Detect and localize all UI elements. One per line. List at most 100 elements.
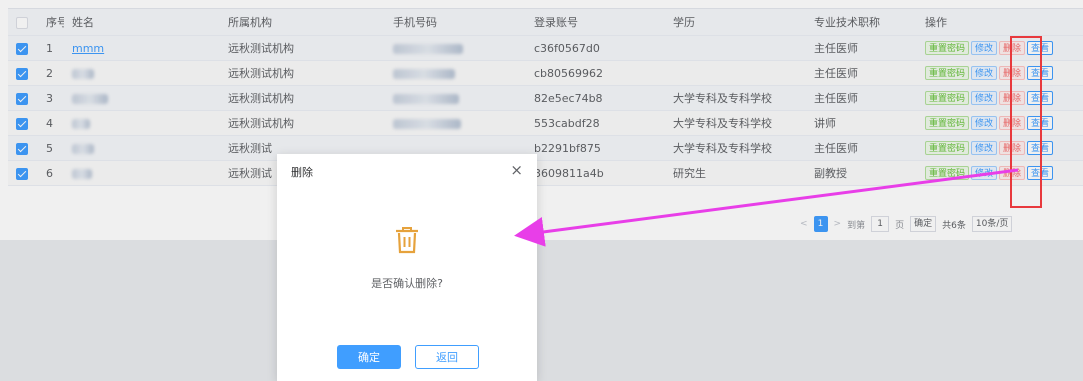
- row-title: 讲师: [806, 110, 917, 136]
- row-org: 远秋测试机构: [220, 35, 385, 61]
- row-login: 3609811a4b: [526, 160, 665, 186]
- delete-button[interactable]: 删除: [999, 41, 1026, 55]
- row-education: [665, 60, 806, 86]
- next-page-button[interactable]: >: [834, 219, 842, 229]
- row-phone: [385, 35, 526, 61]
- header-name: 姓名: [64, 9, 220, 36]
- edit-button[interactable]: 修改: [971, 91, 998, 105]
- confirm-button[interactable]: 确定: [337, 345, 401, 369]
- top-strip: [0, 0, 1083, 8]
- row-org: 远秋测试机构: [220, 85, 385, 111]
- table-row[interactable]: 6 远秋测试 3609811a4b 研究生 副教授 重置密码 修改 删除 查看: [8, 160, 1083, 186]
- checkbox-icon[interactable]: [16, 16, 28, 29]
- checkbox-icon[interactable]: [16, 92, 28, 105]
- delete-button[interactable]: 删除: [999, 66, 1026, 80]
- header-education: 学历: [665, 9, 806, 36]
- row-name: [64, 110, 220, 136]
- row-name: [64, 135, 220, 161]
- row-education: 大学专科及专科学校: [665, 85, 806, 111]
- row-phone: [385, 60, 526, 86]
- checkbox-icon[interactable]: [16, 67, 28, 80]
- page-1-button[interactable]: 1: [813, 216, 828, 232]
- row-org: 远秋测试机构: [220, 60, 385, 86]
- edit-button[interactable]: 修改: [971, 166, 998, 180]
- redacted-phone: [393, 43, 463, 54]
- row-education: 大学专科及专科学校: [665, 110, 806, 136]
- redacted-name: [72, 93, 108, 104]
- reset-password-button[interactable]: 重置密码: [925, 66, 970, 80]
- edit-button[interactable]: 修改: [971, 66, 998, 80]
- row-index: 6: [38, 160, 64, 186]
- trash-icon: [396, 227, 418, 254]
- view-button[interactable]: 查看: [1027, 166, 1054, 180]
- reset-password-button[interactable]: 重置密码: [925, 141, 970, 155]
- goto-label: 到第: [847, 220, 866, 231]
- reset-password-button[interactable]: 重置密码: [925, 116, 970, 130]
- pagination: < 1 > 到第 1 页 确定 共6条 10条/页: [800, 215, 1013, 233]
- reset-password-button[interactable]: 重置密码: [925, 166, 970, 180]
- row-checkbox[interactable]: [8, 135, 38, 161]
- row-actions: 重置密码 修改 删除 查看: [917, 60, 1083, 86]
- row-org: 远秋测试机构: [220, 110, 385, 136]
- checkbox-icon[interactable]: [16, 167, 28, 180]
- delete-button[interactable]: 删除: [999, 116, 1026, 130]
- row-checkbox[interactable]: [8, 85, 38, 111]
- row-checkbox[interactable]: [8, 110, 38, 136]
- header-title: 专业技术职称: [806, 9, 917, 36]
- back-button[interactable]: 返回: [415, 345, 479, 369]
- table-row[interactable]: 1 mmm 远秋测试机构 c36f0567d0 主任医师 重置密码 修改 删除 查看: [8, 35, 1083, 61]
- row-index: 5: [38, 135, 64, 161]
- view-button[interactable]: 查看: [1027, 66, 1054, 80]
- page-unit-label: 页: [895, 220, 905, 231]
- row-actions: 重置密码 修改 删除 查看: [917, 110, 1083, 136]
- row-actions: 重置密码 修改 删除 查看: [917, 135, 1083, 161]
- checkbox-icon[interactable]: [16, 42, 28, 55]
- select-all-checkbox[interactable]: [8, 9, 38, 36]
- row-phone: [385, 110, 526, 136]
- table-row[interactable]: 2 远秋测试机构 cb80569962 主任医师 重置密码 修改 删除 查看: [8, 60, 1083, 86]
- table-row[interactable]: 3 远秋测试机构 82e5ec74b8 大学专科及专科学校 主任医师 重置密码 修改 删…: [8, 85, 1083, 111]
- delete-confirm-dialog: 删除 × 是否确认删除? 确定 返回: [277, 154, 537, 381]
- goto-page-input[interactable]: 1: [871, 216, 890, 232]
- reset-password-button[interactable]: 重置密码: [925, 91, 970, 105]
- reset-password-button[interactable]: 重置密码: [925, 41, 970, 55]
- prev-page-button[interactable]: <: [800, 219, 808, 229]
- row-title: 副教授: [806, 160, 917, 186]
- view-button[interactable]: 查看: [1027, 141, 1054, 155]
- edit-button[interactable]: 修改: [971, 141, 998, 155]
- header-login: 登录账号: [526, 9, 665, 36]
- row-phone: [385, 85, 526, 111]
- checkbox-icon[interactable]: [16, 117, 28, 130]
- close-icon[interactable]: ×: [510, 161, 523, 179]
- edit-button[interactable]: 修改: [971, 116, 998, 130]
- view-button[interactable]: 查看: [1027, 91, 1054, 105]
- checkbox-icon[interactable]: [16, 142, 28, 155]
- user-name-link[interactable]: mmm: [72, 42, 104, 55]
- view-button[interactable]: 查看: [1027, 41, 1054, 55]
- header-phone: 手机号码: [385, 9, 526, 36]
- delete-button[interactable]: 删除: [999, 91, 1026, 105]
- row-education: 研究生: [665, 160, 806, 186]
- redacted-name: [72, 143, 94, 154]
- table-row[interactable]: 5 远秋测试 b2291bf875 大学专科及专科学校 主任医师 重置密码 修改 删除 …: [8, 135, 1083, 161]
- delete-button[interactable]: 删除: [999, 141, 1026, 155]
- row-name: [64, 85, 220, 111]
- row-checkbox[interactable]: [8, 160, 38, 186]
- row-title: 主任医师: [806, 60, 917, 86]
- row-login: cb80569962: [526, 60, 665, 86]
- row-actions: 重置密码 修改 删除 查看: [917, 85, 1083, 111]
- row-index: 2: [38, 60, 64, 86]
- row-index: 1: [38, 35, 64, 61]
- edit-button[interactable]: 修改: [971, 41, 998, 55]
- table-row[interactable]: 4 远秋测试机构 553cabdf28 大学专科及专科学校 讲师 重置密码 修改 删除 …: [8, 110, 1083, 136]
- row-login: 82e5ec74b8: [526, 85, 665, 111]
- view-button[interactable]: 查看: [1027, 116, 1054, 130]
- dialog-title: 删除: [291, 166, 313, 179]
- row-actions: 重置密码 修改 删除 查看: [917, 160, 1083, 186]
- row-index: 4: [38, 110, 64, 136]
- page-size-select[interactable]: 10条/页: [971, 216, 1013, 232]
- delete-button[interactable]: 删除: [999, 166, 1026, 180]
- row-checkbox[interactable]: [8, 35, 38, 61]
- goto-confirm-button[interactable]: 确定: [910, 216, 937, 232]
- row-checkbox[interactable]: [8, 60, 38, 86]
